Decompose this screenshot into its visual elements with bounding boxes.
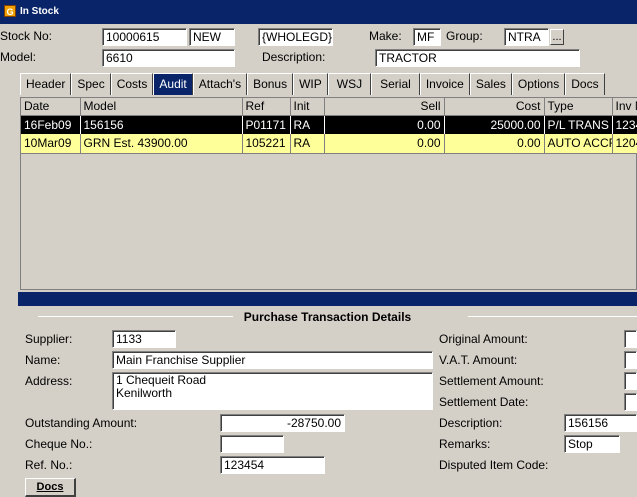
col-sell[interactable]: Sell bbox=[324, 98, 445, 116]
col-model[interactable]: Model bbox=[80, 98, 243, 116]
title-rule-right bbox=[468, 316, 637, 317]
tab-serial[interactable]: Serial bbox=[371, 73, 420, 95]
cell-init: RA bbox=[290, 134, 325, 154]
col-date[interactable]: Date bbox=[21, 98, 81, 116]
vat-amount-label: V.A.T. Amount: bbox=[439, 353, 518, 367]
make-field[interactable]: MF bbox=[413, 28, 441, 46]
original-amount-label: Original Amount: bbox=[439, 332, 528, 346]
make-label: Make: bbox=[369, 29, 402, 43]
settlement-amount-field[interactable] bbox=[624, 372, 637, 390]
settlement-date-label: Settlement Date: bbox=[439, 395, 529, 409]
model-field[interactable]: 6610 bbox=[102, 49, 235, 67]
remarks-label: Remarks: bbox=[439, 437, 491, 451]
disputed-item-code-label: Disputed Item Code: bbox=[439, 458, 549, 472]
cell-sell: 0.00 bbox=[324, 115, 445, 134]
vat-amount-field[interactable] bbox=[624, 351, 637, 369]
cell-sell: 0.00 bbox=[324, 134, 445, 154]
outstanding-amount-label: Outstanding Amount: bbox=[25, 416, 138, 430]
cell-cost: 25000.00 bbox=[444, 115, 545, 134]
stock-no-field[interactable]: 10000615 bbox=[102, 28, 187, 46]
section-divider-bar bbox=[18, 292, 637, 306]
table-row[interactable]: 10Mar09 GRN Est. 43900.00 105221 RA 0.00… bbox=[21, 134, 637, 154]
tab-invoice[interactable]: Invoice bbox=[419, 73, 470, 95]
tab-wsj[interactable]: WSJ bbox=[327, 73, 372, 95]
address-label: Address: bbox=[25, 374, 73, 388]
tab-spec[interactable]: Spec bbox=[71, 73, 111, 95]
cell-type: AUTO ACCR bbox=[544, 134, 613, 154]
settlement-amount-label: Settlement Amount: bbox=[439, 374, 544, 388]
section-title: Purchase Transaction Details bbox=[243, 310, 412, 324]
window-title: In Stock bbox=[20, 6, 59, 17]
remarks-field[interactable]: Stop bbox=[564, 435, 620, 453]
original-amount-field[interactable] bbox=[624, 330, 637, 348]
supplier-field[interactable]: 1133 bbox=[112, 330, 176, 348]
window-titlebar: G In Stock bbox=[0, 0, 637, 24]
tab-bonus[interactable]: Bonus bbox=[247, 73, 294, 95]
stock-no-label: Stock No: bbox=[0, 29, 53, 43]
outstanding-amount-field[interactable]: -28750.00 bbox=[220, 414, 345, 432]
model-label: Model: bbox=[0, 50, 37, 64]
transaction-description-label: Description: bbox=[439, 416, 503, 430]
group-field[interactable]: NTRA bbox=[504, 28, 549, 46]
location-field[interactable]: {WHOLEGD} bbox=[258, 28, 333, 46]
group-lookup-button[interactable]: ... bbox=[550, 29, 564, 45]
cheque-no-field[interactable] bbox=[220, 435, 284, 453]
cell-date: 10Mar09 bbox=[21, 134, 81, 154]
tab-options[interactable]: Options bbox=[511, 73, 566, 95]
tab-docs[interactable]: Docs bbox=[565, 73, 605, 95]
col-init[interactable]: Init bbox=[290, 98, 325, 116]
tab-wip[interactable]: WIP bbox=[293, 73, 328, 95]
tab-attachs[interactable]: Attach's bbox=[192, 73, 248, 95]
col-type[interactable]: Type bbox=[544, 98, 613, 116]
ref-no-field[interactable]: 123454 bbox=[220, 456, 325, 474]
description-field[interactable]: TRACTOR bbox=[375, 49, 580, 67]
cell-ref: 105221 bbox=[242, 134, 291, 154]
cell-cost: 0.00 bbox=[444, 134, 545, 154]
cell-model: 156156 bbox=[80, 115, 243, 134]
tab-sales[interactable]: Sales bbox=[469, 73, 512, 95]
group-label: Group: bbox=[446, 29, 483, 43]
col-inv-no[interactable]: Inv No bbox=[612, 98, 637, 116]
cheque-no-label: Cheque No.: bbox=[25, 437, 93, 451]
col-cost[interactable]: Cost bbox=[444, 98, 545, 116]
cell-model: GRN Est. 43900.00 bbox=[80, 134, 243, 154]
col-ref[interactable]: Ref bbox=[242, 98, 291, 116]
name-field[interactable]: Main Franchise Supplier bbox=[112, 351, 433, 369]
address-field[interactable]: 1 Chequeit Road Kenilworth bbox=[112, 372, 433, 410]
cell-inv-no: 123454 bbox=[612, 115, 637, 134]
tab-costs[interactable]: Costs bbox=[110, 73, 154, 95]
docs-button[interactable]: Docs bbox=[25, 478, 76, 497]
supplier-label: Supplier: bbox=[25, 332, 73, 346]
status-field[interactable]: NEW bbox=[189, 28, 235, 46]
name-label: Name: bbox=[25, 353, 61, 367]
transaction-description-field[interactable]: 156156 bbox=[564, 414, 637, 432]
cell-type: P/L TRANS bbox=[544, 115, 613, 134]
app-icon: G bbox=[4, 5, 16, 18]
audit-grid[interactable]: Date Model Ref Init Sell Cost Type Inv N… bbox=[20, 97, 637, 290]
cell-init: RA bbox=[290, 115, 325, 134]
table-row[interactable]: 16Feb09 156156 P01171 RA 0.00 25000.00 P… bbox=[21, 115, 637, 134]
cell-ref: P01171 bbox=[242, 115, 291, 134]
cell-inv-no: 120401 bbox=[612, 134, 637, 154]
tab-header[interactable]: Header bbox=[20, 73, 72, 95]
description-label: Description: bbox=[262, 50, 326, 64]
settlement-date-field[interactable] bbox=[624, 393, 637, 411]
audit-header-row: Date Model Ref Init Sell Cost Type Inv N… bbox=[21, 98, 637, 116]
ref-no-label: Ref. No.: bbox=[25, 458, 73, 472]
tab-audit[interactable]: Audit bbox=[153, 73, 193, 95]
address-line-2: Kenilworth bbox=[116, 386, 173, 400]
cell-date: 16Feb09 bbox=[21, 115, 81, 134]
tab-strip: Header Spec Costs Audit Attach's Bonus W… bbox=[20, 73, 605, 95]
